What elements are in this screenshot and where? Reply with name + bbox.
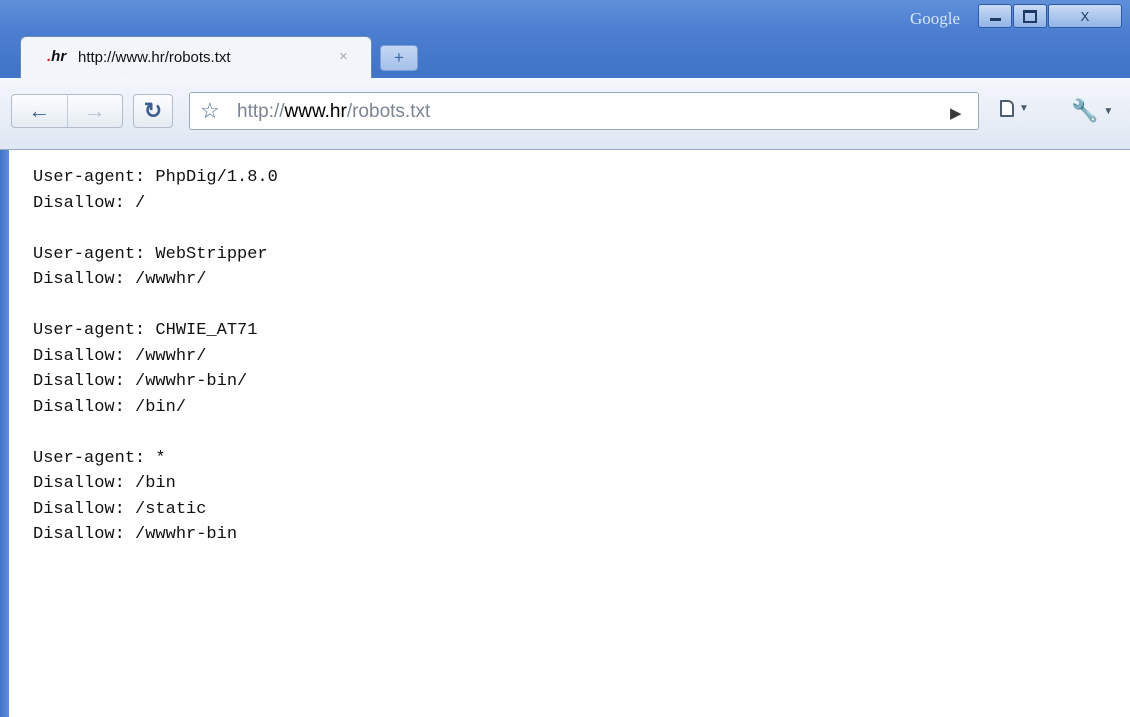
text-line: Disallow: /bin/ xyxy=(33,397,187,417)
maximize-icon xyxy=(1023,9,1037,23)
chevron-down-icon: ▼ xyxy=(1019,103,1029,114)
text-line: User-agent: * xyxy=(33,448,166,468)
text-line: Disallow: /wwwhr-bin/ xyxy=(33,372,248,391)
tab-title: http://www.hr/robots.txt xyxy=(78,49,231,66)
url-host: www.hr xyxy=(284,101,347,122)
page-icon xyxy=(1000,100,1014,117)
wrench-icon: 🔧 xyxy=(1071,98,1099,123)
text-line: Disallow: /wwwhr/ xyxy=(33,270,207,289)
favicon-icon: .hr xyxy=(47,48,67,65)
toolbar: ← → ↻ ☆ http://www.hr/robots.txt ▶ ▼ 🔧 ▼ xyxy=(0,78,1130,150)
window-frame-left xyxy=(0,150,9,717)
text-line: User-agent: WebStripper xyxy=(33,244,268,264)
close-window-button[interactable]: X xyxy=(1048,4,1122,28)
tab-close-icon[interactable]: × xyxy=(339,48,348,65)
reload-icon: ↻ xyxy=(143,98,163,123)
text-line: User-agent: CHWIE_AT71 xyxy=(33,321,258,340)
browser-brand-label: Google xyxy=(909,9,960,28)
close-icon: X xyxy=(1080,8,1090,24)
maximize-button[interactable] xyxy=(1013,4,1047,28)
chevron-down-icon: ▼ xyxy=(1103,105,1114,117)
address-bar[interactable]: ☆ http://www.hr/robots.txt xyxy=(189,92,979,130)
minimize-button[interactable] xyxy=(978,4,1012,28)
browser-window: Google X .hr http://www.hr/robots.txt × … xyxy=(0,0,1130,717)
forward-button[interactable]: → xyxy=(68,95,123,127)
text-line: Disallow: /bin xyxy=(33,474,176,493)
text-line: User-agent: PhpDig/1.8.0 xyxy=(33,168,278,187)
star-icon[interactable]: ☆ xyxy=(200,98,220,124)
navigation-buttons: ← → xyxy=(11,94,123,128)
new-tab-button[interactable]: + xyxy=(380,45,418,71)
reload-button[interactable]: ↻ xyxy=(133,94,173,128)
title-bar: Google X .hr http://www.hr/robots.txt × … xyxy=(0,0,1130,80)
arrow-left-icon: ← xyxy=(28,98,51,123)
text-line: Disallow: /wwwhr-bin xyxy=(33,525,238,544)
text-line: Disallow: /static xyxy=(33,499,207,519)
back-button[interactable]: ← xyxy=(12,95,68,127)
play-icon[interactable]: ▶ xyxy=(950,104,962,122)
robots-txt-text: User-agent: PhpDig/1.8.0 Disallow: / Use… xyxy=(33,165,278,548)
plus-icon: + xyxy=(394,48,404,67)
page-content: User-agent: PhpDig/1.8.0 Disallow: / Use… xyxy=(9,150,1130,717)
tools-menu-button[interactable]: 🔧 ▼ xyxy=(1071,98,1113,124)
text-line: Disallow: / xyxy=(33,193,146,213)
text-line: Disallow: /wwwhr/ xyxy=(33,346,207,366)
arrow-right-icon: → xyxy=(83,98,106,123)
url-scheme: http:// xyxy=(237,101,285,122)
url-text[interactable]: http://www.hr/robots.txt xyxy=(237,101,430,123)
minimize-icon xyxy=(989,18,1001,21)
url-path: /robots.txt xyxy=(346,101,431,122)
tab-robots-txt[interactable]: .hr http://www.hr/robots.txt × xyxy=(20,36,372,78)
page-menu-button[interactable]: ▼ xyxy=(1000,100,1029,117)
